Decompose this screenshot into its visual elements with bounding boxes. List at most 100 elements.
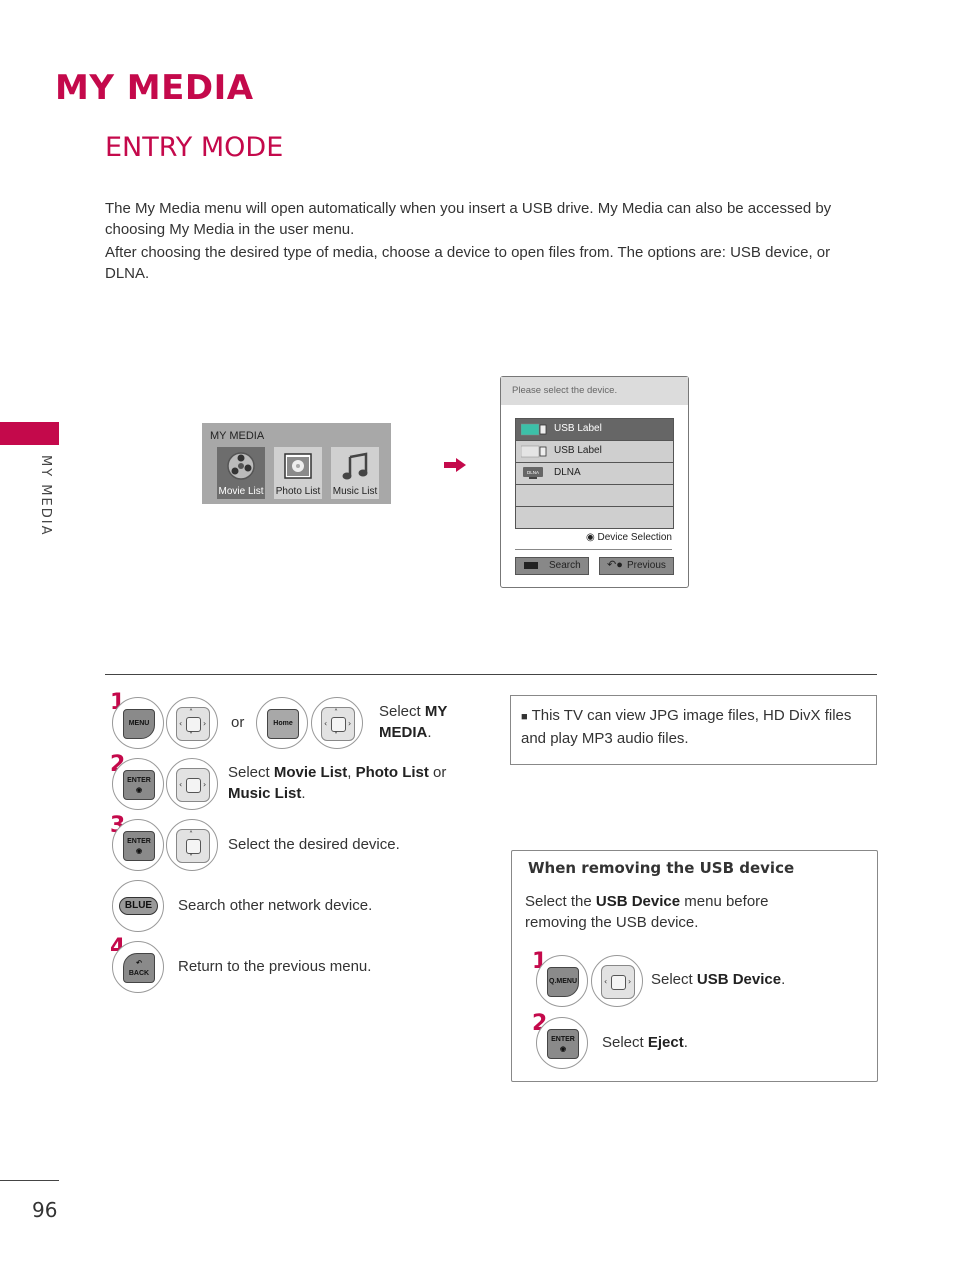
home-button-circle: Home [256, 697, 308, 749]
device-row-empty [516, 507, 673, 528]
text: Select [651, 971, 697, 988]
right-arrow-icon [444, 458, 466, 472]
note-body: This TV can view JPG image files, HD Div… [521, 707, 852, 747]
usb-step-2-text: Select Eject. [602, 1032, 688, 1053]
usb-icon [521, 445, 547, 458]
step-3-text: Select the desired device. [228, 836, 400, 853]
text: Select [602, 1034, 648, 1051]
menu-item-movie-list[interactable]: Movie List [217, 447, 265, 499]
dialog-prompt: Please select the device. [512, 385, 618, 396]
device-row-empty [516, 485, 673, 507]
device-row-dlna[interactable]: DLNA DLNA [516, 463, 673, 485]
intro-paragraph-2: After choosing the desired type of media… [105, 244, 831, 282]
bold-text: Music List [228, 785, 302, 802]
home-key[interactable]: Home [267, 709, 299, 739]
nav-pad[interactable]: ˄ ˅ [176, 829, 210, 863]
dialog-divider [515, 549, 672, 550]
text: . [781, 971, 786, 988]
device-selection-dialog: Please select the device. USB Label USB … [500, 376, 689, 588]
key-label: ENTER [127, 777, 151, 784]
text: or [428, 764, 447, 781]
film-reel-icon [227, 452, 255, 480]
side-section-label: MY MEDIA [38, 455, 53, 537]
down-arrow-icon: ˅ [334, 731, 338, 740]
left-arrow-icon: ‹ [179, 719, 183, 728]
info-note: ■ This TV can view JPG image files, HD D… [510, 695, 877, 765]
key-label: BACK [128, 970, 150, 977]
device-selection-label: Device Selection [597, 532, 672, 543]
key-label: ENTER [551, 1036, 575, 1043]
usb-removal-title: When removing the USB device [528, 859, 795, 877]
step-1-text: Select MY MEDIA. [379, 701, 469, 743]
key-label: ENTER [127, 838, 151, 845]
right-arrow-icon: › [348, 719, 352, 728]
enter-icon: ◉ [586, 532, 595, 543]
note-text: ■ This TV can view JPG image files, HD D… [521, 705, 866, 749]
menu-item-music-list[interactable]: Music List [331, 447, 379, 499]
my-media-menu: MY MEDIA Movie List Photo List Music Lis… [202, 423, 391, 504]
menu-item-label: Music List [332, 486, 378, 497]
intro-paragraph-1: The My Media menu will open automaticall… [105, 200, 832, 238]
device-list: USB Label USB Label DLNA DLNA [515, 418, 674, 529]
page-number: 96 [32, 1198, 58, 1222]
right-arrow-icon: › [628, 977, 632, 986]
text: . [427, 724, 432, 741]
enter-key[interactable]: ENTER ◉ [547, 1029, 579, 1059]
text: Select the [525, 893, 596, 910]
step-4-text: Return to the previous menu. [178, 958, 372, 975]
menu-item-photo-list[interactable]: Photo List [274, 447, 322, 499]
dlna-icon: DLNA [523, 467, 543, 479]
section-divider [105, 674, 877, 675]
up-arrow-icon: ˄ [189, 830, 193, 839]
dialog-header: Please select the device. [501, 377, 688, 405]
menu-item-label: Photo List [275, 486, 321, 497]
right-arrow-icon: › [203, 719, 207, 728]
footer-divider [0, 1180, 59, 1181]
menu-button-circle: MENU [112, 697, 164, 749]
device-label: DLNA [554, 467, 581, 478]
text: . [301, 785, 306, 802]
step-2-text: Select Movie List, Photo List or Music L… [228, 762, 478, 804]
or-label: or [231, 714, 245, 731]
usb-removal-description: Select the USB Device menu before removi… [525, 891, 825, 933]
previous-button[interactable]: ↶● Previous [599, 557, 674, 575]
music-note-icon [342, 452, 368, 480]
enter-key[interactable]: ENTER ◉ [123, 770, 155, 800]
nav-pad-circle: ˄ ˅ ‹ › [311, 697, 363, 749]
enter-button-circle: ENTER ◉ [536, 1017, 588, 1069]
device-row-usb-2[interactable]: USB Label [516, 441, 673, 463]
blue-step-text: Search other network device. [178, 897, 373, 914]
search-label: Search [549, 560, 581, 571]
side-tab-marker [0, 422, 59, 445]
bold-text: Movie List [273, 764, 348, 781]
nav-pad[interactable]: ‹ › [601, 965, 635, 999]
left-arrow-icon: ‹ [604, 977, 608, 986]
menu-key[interactable]: MENU [123, 709, 155, 739]
left-arrow-icon: ‹ [179, 780, 183, 789]
blue-key[interactable]: BLUE [119, 897, 158, 915]
menu-title: MY MEDIA [210, 430, 265, 442]
right-arrow-icon: › [203, 780, 207, 789]
dlna-icon-text: DLNA [527, 470, 539, 475]
up-arrow-icon: ˄ [334, 708, 338, 717]
nav-pad-circle: ˄ ˅ [166, 819, 218, 871]
back-key[interactable]: ↶ BACK [123, 953, 155, 983]
bold-text: USB Device [696, 971, 782, 988]
text: . [683, 1034, 688, 1051]
enter-button-circle: ENTER ◉ [112, 819, 164, 871]
nav-pad[interactable]: ‹ › [176, 768, 210, 802]
enter-key[interactable]: ENTER ◉ [123, 831, 155, 861]
nav-pad[interactable]: ˄ ˅ ‹ › [176, 707, 210, 741]
enter-button-circle: ENTER ◉ [112, 758, 164, 810]
section-title: ENTRY MODE [105, 132, 284, 163]
nav-pad[interactable]: ˄ ˅ ‹ › [321, 707, 355, 741]
nav-pad-circle: ‹ › [591, 955, 643, 1007]
qmenu-key[interactable]: Q.MENU [547, 967, 579, 997]
text: Select [228, 764, 274, 781]
search-button[interactable]: Search [515, 557, 589, 575]
device-label: USB Label [554, 445, 602, 456]
device-selection-hint: ◉ Device Selection [586, 532, 672, 543]
device-row-usb-1[interactable]: USB Label [516, 419, 673, 441]
up-arrow-icon: ˄ [189, 708, 193, 717]
menu-item-label: Movie List [218, 486, 264, 497]
